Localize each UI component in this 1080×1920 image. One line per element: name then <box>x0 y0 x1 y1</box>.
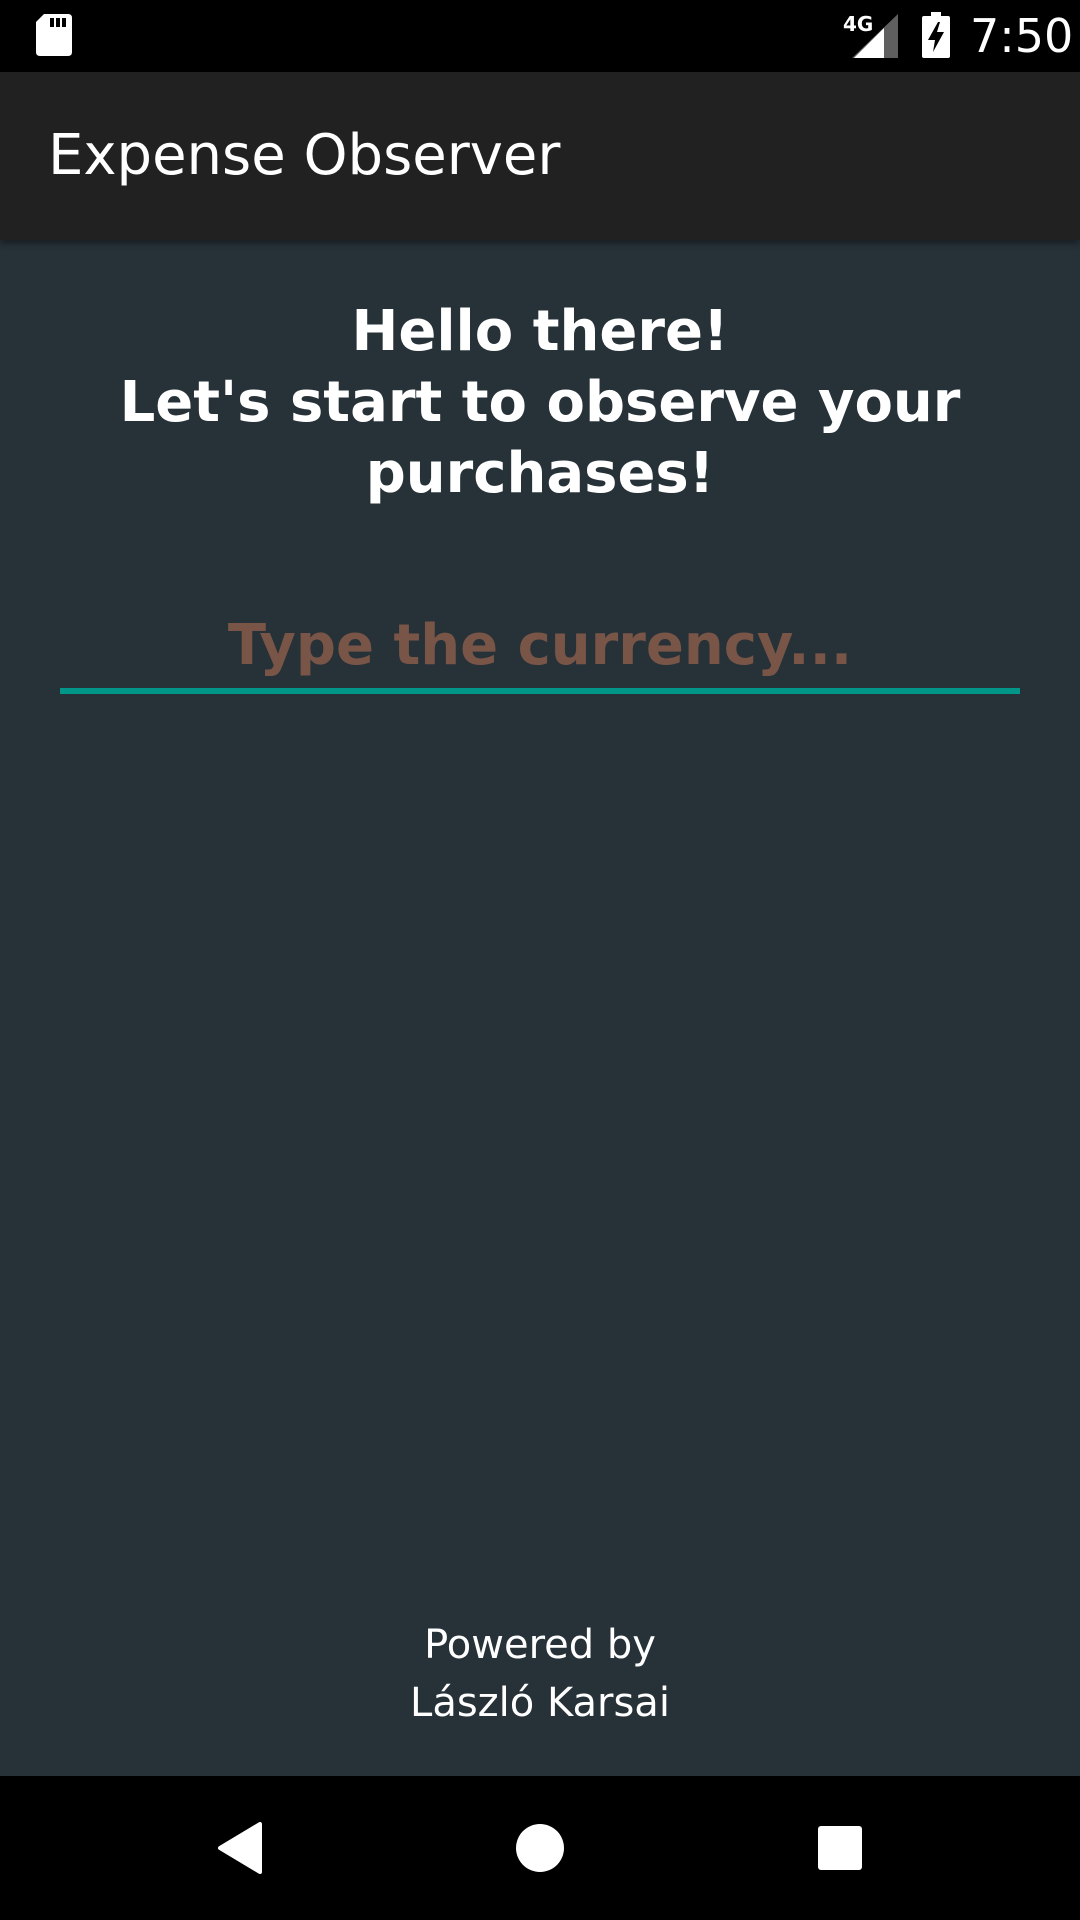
greeting-line-3: purchases! <box>365 441 715 506</box>
currency-input-underline <box>60 688 1020 694</box>
app-bar: Expense Observer <box>0 72 1080 240</box>
navigation-bar <box>0 1776 1080 1920</box>
footer-powered-by: Powered by <box>424 1622 656 1668</box>
back-button[interactable] <box>190 1798 290 1898</box>
footer-credits: Powered by László Karsai <box>0 1616 1080 1732</box>
signal-icon <box>852 14 898 58</box>
recents-icon <box>818 1826 862 1870</box>
home-button[interactable] <box>490 1798 590 1898</box>
status-bar: 4G 7:50 <box>0 0 1080 72</box>
footer-author: László Karsai <box>410 1680 670 1726</box>
greeting-line-2: Let's start to observe your <box>119 370 961 435</box>
back-icon <box>218 1822 262 1874</box>
sd-card-icon <box>36 14 72 56</box>
greeting-message: Hello there! Let's start to observe your… <box>90 296 990 509</box>
status-clock: 7:50 <box>970 9 1074 63</box>
app-title: Expense Observer <box>48 123 561 188</box>
currency-input[interactable] <box>60 600 1020 690</box>
greeting-line-1: Hello there! <box>351 299 729 364</box>
currency-input-container <box>60 600 1020 696</box>
recents-button[interactable] <box>790 1798 890 1898</box>
home-icon <box>516 1824 564 1872</box>
battery-charging-icon <box>922 12 950 58</box>
